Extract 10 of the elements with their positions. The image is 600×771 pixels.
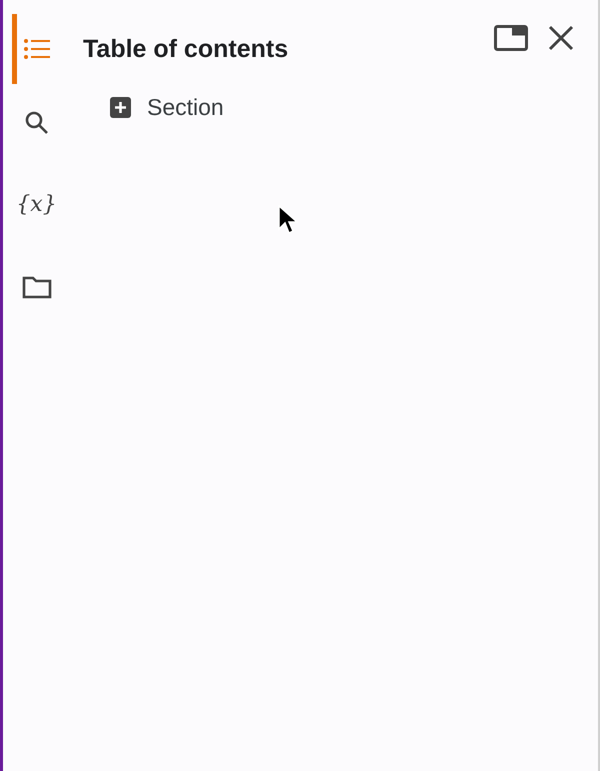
folder-icon [22, 275, 52, 299]
panel-title: Table of contents [83, 34, 288, 64]
search-icon [24, 110, 50, 136]
window-icon[interactable] [494, 25, 528, 51]
section-link[interactable]: Section [147, 94, 224, 121]
add-icon[interactable] [110, 97, 131, 118]
sidebar-tab[interactable]: {x} [12, 178, 70, 232]
close-icon[interactable] [548, 25, 574, 51]
variables-icon: {x} [16, 194, 57, 216]
list-icon [22, 38, 50, 60]
